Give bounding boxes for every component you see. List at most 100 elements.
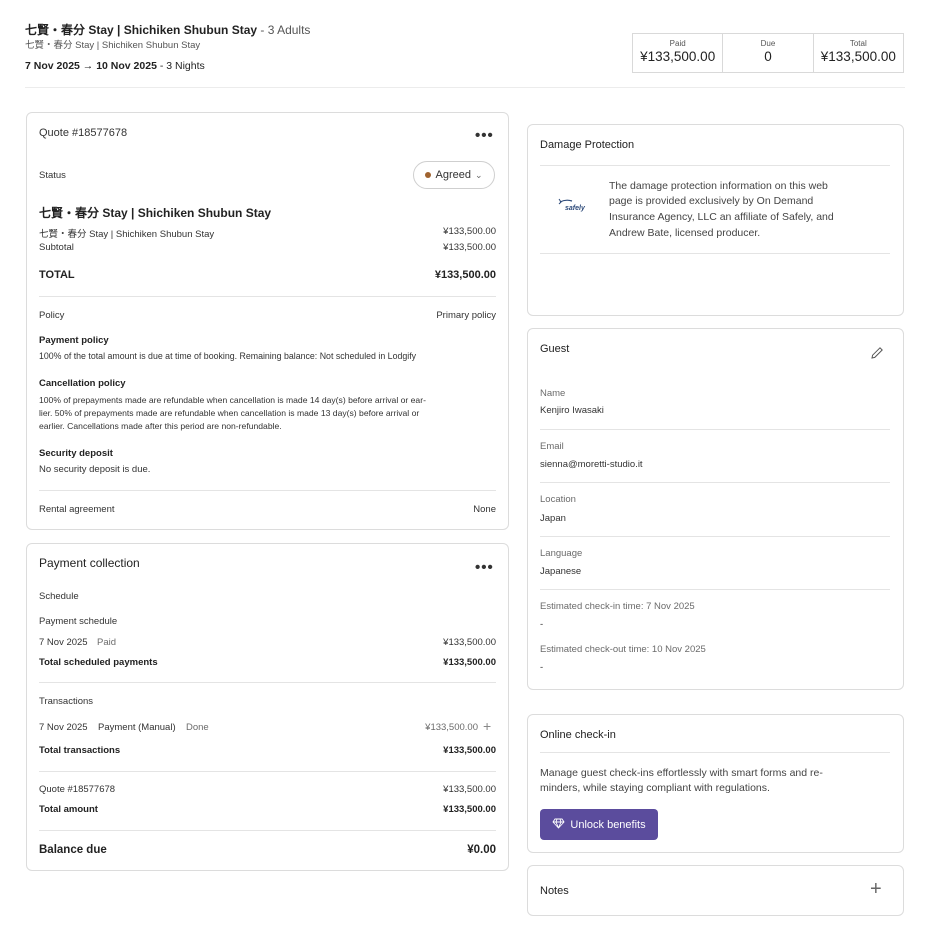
payment-more-icon[interactable]: ••• [475,559,494,576]
divider [540,165,890,166]
schedule-amount: ¥133,500.00 [443,637,496,648]
transaction-type: Payment (Manual) [98,722,176,733]
balance-due-value: ¥0.00 [467,844,496,856]
divider [540,482,890,483]
guest-location-value: Japan [540,513,566,524]
paid-label: Paid [669,39,686,48]
guest-location-label: Location [540,494,576,505]
property-subtitle: 七賢・春分 Stay | Shichiken Shubun Stay [25,40,201,51]
total-scheduled-amount: ¥133,500.00 [443,657,496,668]
divider [540,536,890,537]
payment-schedule-label: Payment schedule [39,616,118,627]
payment-collection-card [26,543,509,871]
checkout-time-label: Estimated check-out time: 10 Nov 2025 [540,644,706,655]
paid-value: ¥133,500.00 [640,49,716,64]
guest-name-label: Name [540,388,566,399]
safely-logo: safely [556,195,596,215]
stay-dates: 7 Nov 2025 → 10 Nov 2025 - 3 Nights [25,60,205,72]
reservation-title: 七賢・春分 Stay | Shichiken Shubun Stay - 3 A… [25,21,310,38]
cancellation-line-1: 100% of prepayments made are refundable … [39,395,426,405]
schedule-label: Schedule [39,591,79,602]
guest-language-value: Japanese [540,566,582,577]
damage-text-line-3: Insurance Agency, LLC an affiliate of Sa… [609,211,834,223]
guest-name-value: Kenjiro Iwasaki [540,405,604,416]
status-label: Status [39,170,66,181]
total-transactions-amount: ¥133,500.00 [443,745,496,756]
divider [540,253,890,254]
quote-more-icon[interactable]: ••• [475,127,494,144]
total-label: Total [849,39,867,48]
rental-agreement-label: Rental agreement [39,504,115,515]
divider [39,771,496,772]
divider [540,429,890,430]
total-row-amount: ¥133,500.00 [434,269,496,281]
notes-title: Notes [540,885,569,897]
guest-email-label: Email [540,441,564,452]
status-dot-icon [425,172,432,178]
rental-agreement-value: None [473,504,496,515]
checkout-time-value: - [540,662,544,673]
total-amount-value: ¥133,500.00 [443,804,496,815]
schedule-date: 7 Nov 2025 [39,637,88,648]
cancellation-line-3: earlier. Cancellations made after this p… [39,421,282,431]
checkin-time-label: Estimated check-in time: 7 Nov 2025 [540,601,695,612]
total-summary: Total ¥133,500.00 [814,34,903,72]
unlock-benefits-label: Unlock benefits [570,818,646,831]
quote-title: Quote #18577678 [39,127,128,139]
edit-guest-pencil-icon[interactable] [869,345,885,366]
quote-reference: Quote #18577678 [39,784,116,795]
damage-text-line-2: page is provided exclusively by On Deman… [609,195,814,207]
balance-due-label: Balance due [39,844,107,856]
due-label: Due [760,39,776,48]
due-value: 0 [764,49,772,64]
cancellation-line-2: lier. 50% of prepayments made are refund… [39,408,420,418]
add-transaction-plus-icon[interactable]: + [483,718,491,734]
total-scheduled-label: Total scheduled payments [39,657,158,668]
safely-logo-icon: safely [558,198,586,212]
checkin-time-value: - [540,619,544,630]
divider [39,490,496,491]
guest-count: - 3 Adults [257,23,311,37]
total-value: ¥133,500.00 [820,49,896,64]
safely-logo-text: safely [565,205,586,212]
due-summary: Due 0 [723,34,814,72]
guest-title: Guest [540,343,570,355]
paid-summary: Paid ¥133,500.00 [633,34,724,72]
subtotal-label: Subtotal [39,242,74,253]
transaction-date: 7 Nov 2025 [39,722,88,733]
notes-card [527,865,904,916]
quote-line-item-amount: ¥133,500.00 [443,226,496,237]
status-value: Agreed [435,169,471,181]
divider [540,589,890,590]
quote-line-item: 七賢・春分 Stay | Shichiken Shubun Stay [39,229,215,240]
transactions-label: Transactions [39,696,94,707]
divider [540,752,890,753]
total-transactions-label: Total transactions [39,745,121,756]
unlock-benefits-button[interactable]: Unlock benefits [540,809,658,840]
status-dropdown[interactable]: Agreed ⌄ [413,161,495,189]
damage-text-line-1: The damage protection information on thi… [609,180,828,192]
divider [39,296,496,297]
checkin-text-line-2: minders, while staying compliant with re… [540,782,770,794]
online-checkin-title: Online check-in [540,729,616,741]
add-note-plus-icon[interactable]: + [870,878,882,901]
payment-policy-text: 100% of the total amount is due at time … [39,351,417,361]
diamond-icon [552,818,565,832]
divider [39,682,496,683]
total-row-label: TOTAL [39,269,75,281]
guest-card [527,328,904,690]
guest-language-label: Language [540,548,583,559]
date-range: 7 Nov 2025 → 10 Nov 2025 [25,60,157,72]
quote-property-title: 七賢・春分 Stay | Shichiken Shubun Stay [39,206,272,220]
schedule-status: Paid [97,637,117,648]
damage-text-line-4: Andrew Bate, licensed producer. [609,227,761,239]
cancellation-policy-title: Cancellation policy [39,378,126,389]
nights-count: - 3 Nights [156,60,205,72]
damage-protection-title: Damage Protection [540,139,635,151]
total-amount-label: Total amount [39,804,98,815]
payment-collection-title: Payment collection [39,556,140,570]
chevron-down-icon: ⌄ [474,169,483,180]
payment-policy-title: Payment policy [39,335,109,346]
security-deposit-title: Security deposit [39,448,113,459]
transaction-status: Done [186,722,209,733]
